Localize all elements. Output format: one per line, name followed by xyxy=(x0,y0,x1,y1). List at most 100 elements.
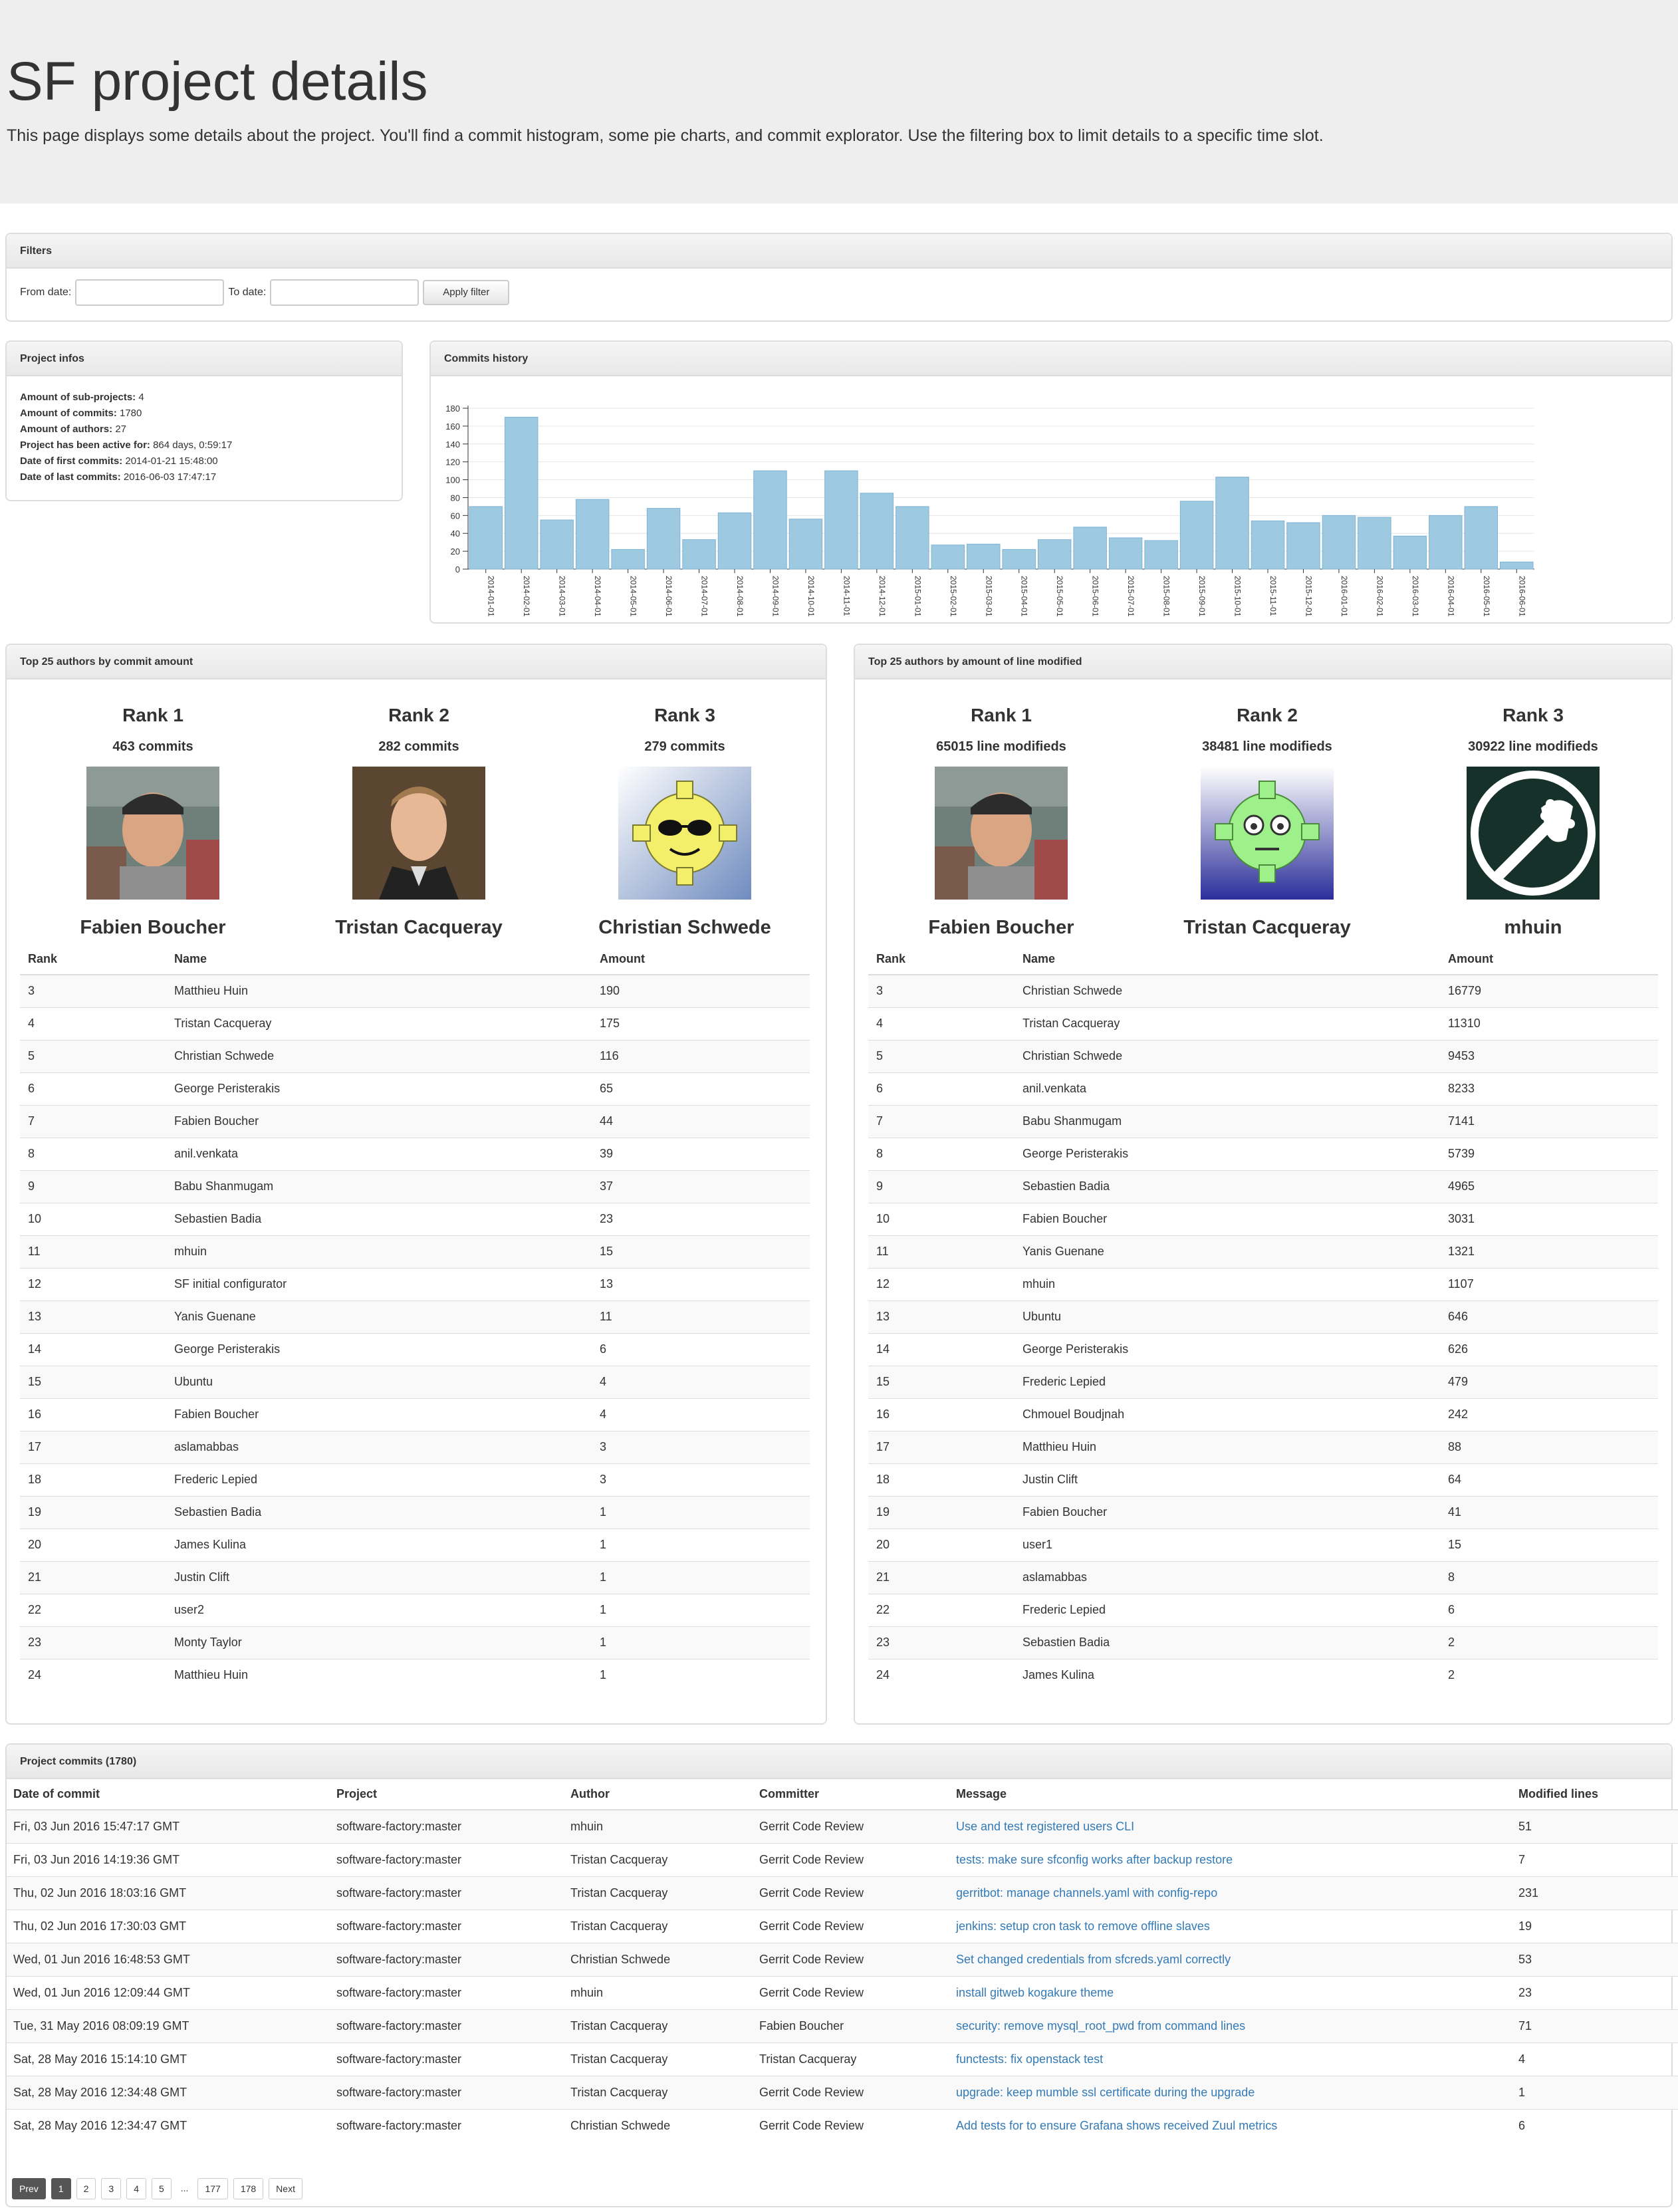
table-cell: Matthieu Huin xyxy=(1015,1430,1440,1463)
table-cell: 1107 xyxy=(1440,1267,1658,1300)
table-row: Tue, 31 May 2016 08:09:19 GMT software-fa… xyxy=(7,2009,1678,2042)
table-row: 15 Ubuntu 4 xyxy=(20,1365,810,1398)
to-date-input[interactable] xyxy=(270,279,420,306)
table-cell: anil.venkata xyxy=(1015,1072,1440,1105)
table-cell: 1 xyxy=(592,1658,810,1691)
table-cell: Fabien Boucher xyxy=(753,2009,949,2042)
table-cell: Tristan Cacqueray xyxy=(564,1876,753,1909)
commit-message-link[interactable]: security: remove mysql_root_pwd from com… xyxy=(956,2019,1245,2032)
prev-page-button[interactable]: Prev xyxy=(12,2178,46,2199)
table-cell: 4 xyxy=(868,1007,1015,1040)
commit-bar xyxy=(1393,535,1427,570)
table-cell: Fabien Boucher xyxy=(1015,1202,1440,1235)
commit-message-link[interactable]: Set changed credentials from sfcreds.yam… xyxy=(956,1953,1231,1966)
commit-message-link[interactable]: install gitweb kogakure theme xyxy=(956,1986,1114,1999)
table-cell: 7 xyxy=(20,1104,166,1138)
table-row: 10 Sebastien Badia 23 xyxy=(20,1202,810,1235)
page-button[interactable]: 5 xyxy=(151,2178,172,2199)
table-cell: Gerrit Code Review xyxy=(753,2108,949,2142)
table-cell: Sat, 28 May 2016 12:34:47 GMT xyxy=(7,2108,330,2142)
table-cell: 64 xyxy=(1440,1463,1658,1496)
table-cell: 13 xyxy=(20,1300,166,1333)
page-button[interactable]: 178 xyxy=(233,2178,264,2199)
table-cell: install gitweb kogakure theme xyxy=(949,1975,1512,2009)
x-tick-label: 2015-03-01 xyxy=(984,576,993,617)
rank-author-name: Fabien Boucher xyxy=(928,917,1074,938)
page-button[interactable]: 3 xyxy=(101,2178,122,2199)
page-button[interactable]: 2 xyxy=(76,2178,96,2199)
lines-podium-1: Rank 1 65015 line modifieds Fabien Boucher xyxy=(868,705,1134,939)
commit-bar xyxy=(1322,515,1356,570)
table-cell: Justin Clift xyxy=(1015,1463,1440,1496)
commit-bar xyxy=(896,506,929,570)
x-tick-label: 2015-11-01 xyxy=(1268,576,1278,616)
table-row: 23 Sebastien Badia 2 xyxy=(868,1626,1658,1659)
page-button[interactable]: 1 xyxy=(51,2178,71,2199)
rank-count: 38481 line modifieds xyxy=(1202,739,1332,754)
table-row: 7 Babu Shanmugam 7141 xyxy=(868,1104,1658,1138)
page-button[interactable]: 4 xyxy=(126,2178,146,2199)
table-cell: 65 xyxy=(592,1072,810,1105)
commit-message-link[interactable]: Add tests for to ensure Grafana shows re… xyxy=(956,2119,1277,2132)
table-cell: aslamabbas xyxy=(166,1430,592,1463)
table-row: 20 user1 15 xyxy=(868,1528,1658,1561)
table-row: 24 Matthieu Huin 1 xyxy=(20,1658,810,1691)
table-cell: Frederic Lepied xyxy=(1015,1365,1440,1398)
table-cell: 1 xyxy=(592,1593,810,1626)
table-cell: 6 xyxy=(1440,1593,1658,1626)
table-cell: upgrade: keep mumble ssl certificate dur… xyxy=(949,2075,1512,2109)
table-row: 11 mhuin 15 xyxy=(20,1235,810,1268)
x-tick-label: 2015-05-01 xyxy=(1055,576,1064,617)
gear-sunglasses-icon xyxy=(618,767,751,900)
table-cell: 12 xyxy=(868,1267,1015,1300)
table-cell: software-factory:master xyxy=(330,1909,564,1943)
commit-message-link[interactable]: gerritbot: manage channels.yaml with con… xyxy=(956,1886,1217,1900)
table-cell: 12 xyxy=(20,1267,166,1300)
commit-message-link[interactable]: tests: make sure sfconfig works after ba… xyxy=(956,1853,1233,1866)
table-cell: 14 xyxy=(868,1332,1015,1366)
commit-message-link[interactable]: upgrade: keep mumble ssl certificate dur… xyxy=(956,2086,1255,2099)
column-header: Author xyxy=(564,1779,753,1810)
next-page-button[interactable]: Next xyxy=(269,2178,302,2199)
table-cell: Christian Schwede xyxy=(564,1942,753,1976)
table-cell: 17 xyxy=(20,1430,166,1463)
commit-bar xyxy=(1108,537,1143,570)
column-header: Project xyxy=(330,1779,564,1810)
table-cell: 21 xyxy=(20,1560,166,1594)
table-row: 6 anil.venkata 8233 xyxy=(868,1072,1658,1105)
table-cell: Gerrit Code Review xyxy=(753,1842,949,1876)
commit-message-link[interactable]: jenkins: setup cron task to remove offli… xyxy=(956,1919,1210,1933)
from-date-input[interactable] xyxy=(75,279,225,306)
commit-bar xyxy=(575,499,610,570)
table-cell: Tristan Cacqueray xyxy=(564,1909,753,1943)
table-cell: 1 xyxy=(592,1560,810,1594)
table-cell: Gerrit Code Review xyxy=(753,1809,949,1843)
apply-filter-button[interactable]: Apply filter xyxy=(423,280,510,305)
table-cell: 22 xyxy=(868,1593,1015,1626)
commit-bar xyxy=(860,493,894,570)
table-cell: 3 xyxy=(868,974,1015,1007)
table-cell: Yanis Guenane xyxy=(166,1300,592,1333)
table-cell: software-factory:master xyxy=(330,2042,564,2076)
table-cell: 1 xyxy=(592,1528,810,1561)
commit-bar xyxy=(1358,517,1391,570)
page-button[interactable]: 177 xyxy=(197,2178,228,2199)
table-cell: 242 xyxy=(1440,1398,1658,1431)
x-tick-label: 2015-06-01 xyxy=(1091,576,1100,617)
project-commits-panel: Project commits (1780) Date of commit Pro… xyxy=(5,1743,1678,2207)
commits-podium-2: Rank 2 282 commits Tristan Cacqueray xyxy=(286,705,552,939)
commit-bar xyxy=(540,519,574,570)
table-cell: 15 xyxy=(592,1235,810,1268)
table-row: 9 Babu Shanmugam 37 xyxy=(20,1169,810,1203)
rank-author-name: Tristan Cacqueray xyxy=(1183,917,1351,938)
table-cell: tests: make sure sfconfig works after ba… xyxy=(949,1842,1512,1876)
table-cell: Use and test registered users CLI xyxy=(949,1809,1512,1843)
page-header: SF project details This page displays so… xyxy=(0,0,1678,203)
table-cell: 8233 xyxy=(1440,1072,1658,1105)
commit-message-link[interactable]: functests: fix openstack test xyxy=(956,2052,1103,2066)
commits-podium-1: Rank 1 463 commits Fabien Boucher xyxy=(20,705,286,939)
table-cell: James Kulina xyxy=(166,1528,592,1561)
commit-message-link[interactable]: Use and test registered users CLI xyxy=(956,1820,1134,1833)
x-tick-label: 2014-01-01 xyxy=(487,576,496,617)
table-cell: Gerrit Code Review xyxy=(753,1975,949,2009)
